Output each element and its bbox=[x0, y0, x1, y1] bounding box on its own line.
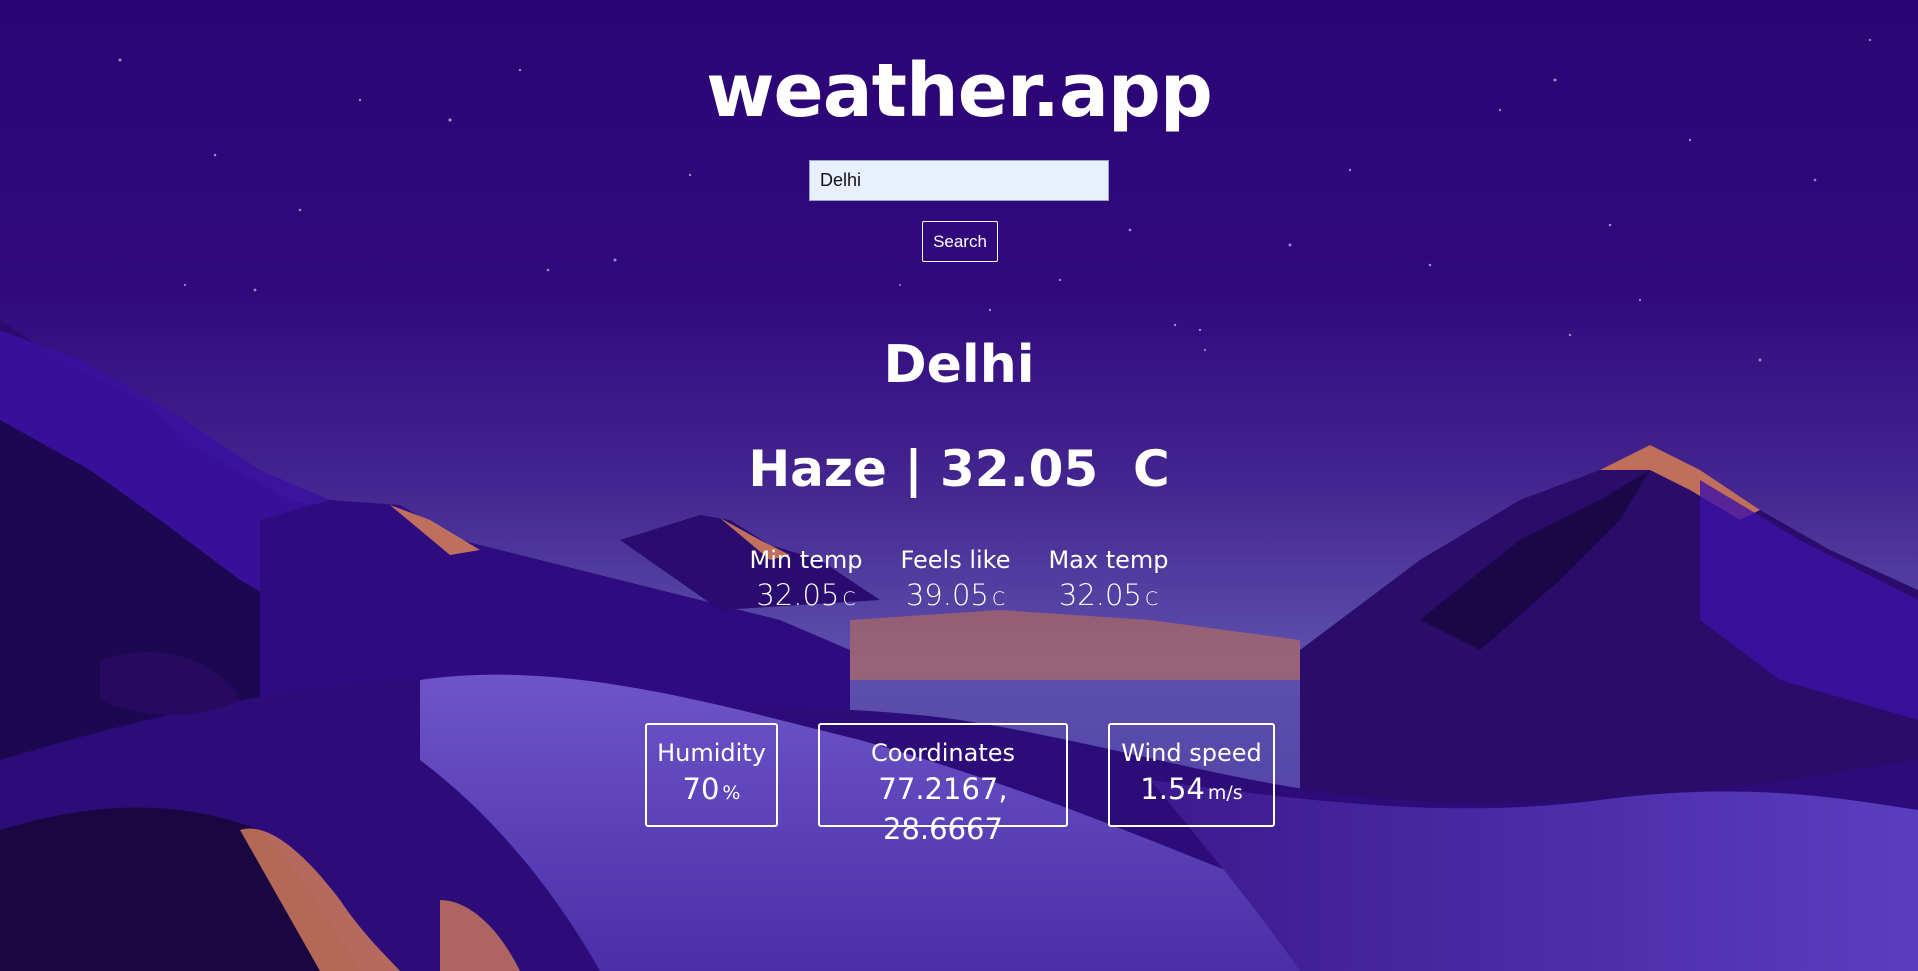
wind-speed-value: 1.54 bbox=[1140, 772, 1205, 806]
city-name: Delhi bbox=[883, 335, 1035, 395]
feels-like-value: 39.05 bbox=[905, 578, 989, 612]
coordinates-value: 77.2167, 28.6667 bbox=[878, 772, 1008, 846]
weather-app: weather.app Search Delhi Haze | 32.05 C … bbox=[0, 0, 1918, 971]
feels-like-unit: C bbox=[991, 588, 1006, 610]
weather-condition-temperature: Haze | 32.05 C bbox=[748, 440, 1170, 498]
feels-like-label: Feels like bbox=[900, 546, 1011, 574]
humidity-label: Humidity bbox=[657, 739, 766, 767]
app-title: weather.app bbox=[706, 48, 1213, 134]
min-temp-label: Min temp bbox=[749, 546, 863, 574]
humidity-unit: % bbox=[722, 782, 741, 804]
wind-speed-card: Wind speed 1.54 m/s bbox=[1108, 723, 1275, 827]
max-temp-block: Max temp 32.05 C bbox=[1048, 543, 1168, 617]
wind-speed-label: Wind speed bbox=[1121, 739, 1262, 767]
max-temp-unit: C bbox=[1144, 588, 1159, 610]
feels-like-block: Feels like 39.05 C bbox=[901, 543, 1011, 617]
max-temp-label: Max temp bbox=[1048, 546, 1169, 574]
max-temp-value: 32.05 bbox=[1058, 578, 1142, 612]
search-button[interactable]: Search bbox=[922, 221, 998, 262]
wind-speed-unit: m/s bbox=[1207, 782, 1243, 804]
coordinates-card: Coordinates 77.2167, 28.6667 bbox=[818, 723, 1068, 846]
min-temp-unit: C bbox=[842, 588, 856, 610]
humidity-card: Humidity 70% bbox=[645, 723, 778, 827]
feels-like-value-row: 39.05 C bbox=[901, 577, 1011, 617]
search-input[interactable] bbox=[809, 160, 1109, 201]
wind-speed-value-row: 1.54 m/s bbox=[1110, 769, 1273, 813]
min-temp-value: 32.05 bbox=[756, 578, 840, 612]
coordinates-label: Coordinates bbox=[870, 739, 1016, 767]
temperature-details: Min temp 32.05 C Feels like 39.05 C Max te… bbox=[0, 543, 1918, 617]
humidity-value: 70 bbox=[682, 772, 720, 806]
max-temp-value-row: 32.05 C bbox=[1048, 577, 1168, 617]
min-temp-block: Min temp 32.05 C bbox=[749, 543, 862, 617]
min-temp-value-row: 32.05 C bbox=[749, 577, 862, 617]
humidity-value-row: 70% bbox=[647, 769, 776, 813]
